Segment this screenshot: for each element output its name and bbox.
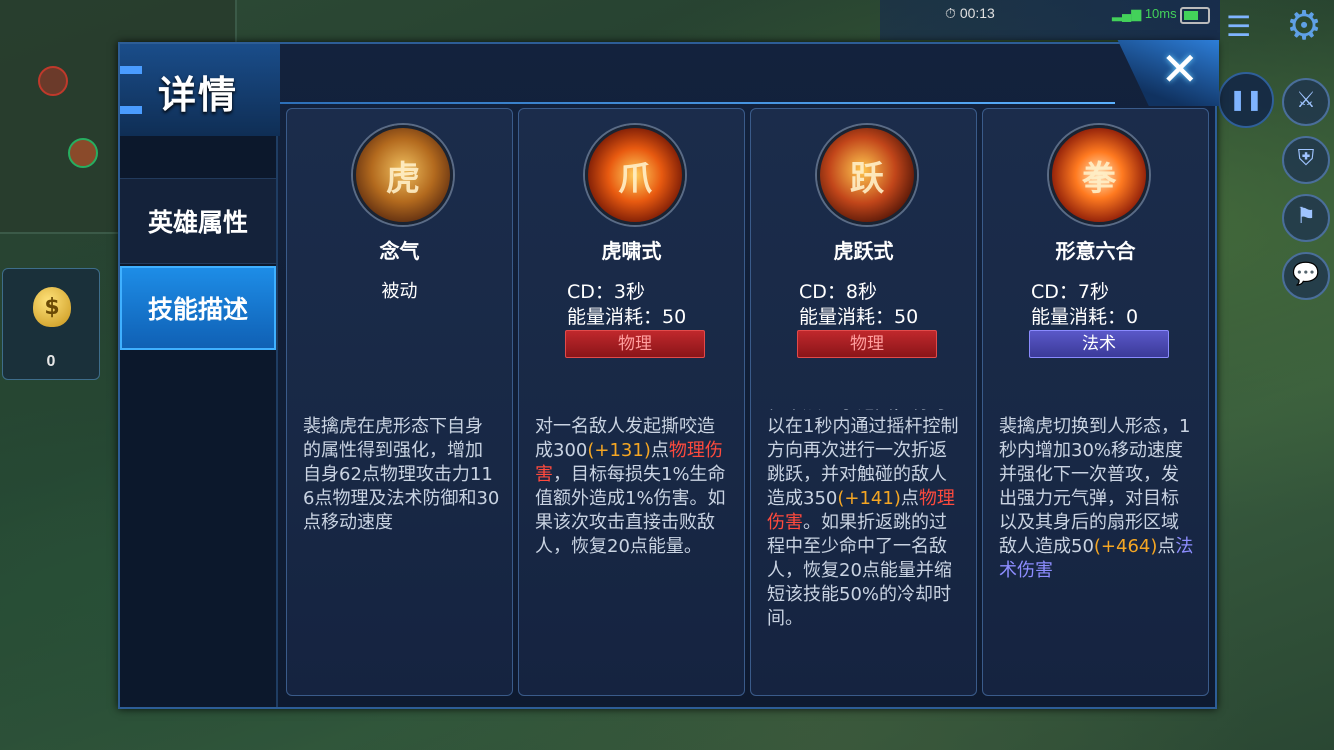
list-menu-icon[interactable]: ☰ bbox=[1226, 10, 1260, 43]
gather-flag-icon[interactable]: ⚑ bbox=[1282, 194, 1330, 242]
skill-description-box[interactable]: 程中触碰小范围，将可以在1秒内通过摇杆控制方向再次进行一次折返跳跃，并对触碰的敌… bbox=[767, 409, 964, 675]
details-dialog: 详情 ✕ 英雄属性 技能描述 虎 念气 被动 裴擒虎在虎形态下自身的属性得到强化… bbox=[118, 40, 1219, 709]
description-text: 点 bbox=[650, 440, 669, 461]
skill-cooldown: CD：7秒 bbox=[1031, 281, 1109, 303]
damage-type-badge: 法术 bbox=[1029, 330, 1169, 358]
highlighted-term: (+464) bbox=[1093, 536, 1158, 557]
description-text: 点 bbox=[1157, 536, 1176, 557]
skill-type: 被动 bbox=[381, 281, 418, 302]
skill-energy-cost: 能量消耗：0 bbox=[1031, 306, 1139, 328]
title-divider bbox=[280, 102, 1115, 104]
close-button[interactable]: ✕ bbox=[1117, 40, 1219, 106]
skill-card-1: 爪 虎啸式 CD：3秒 能量消耗：50 物理 对一名敌人发起撕咬造成300(+1… bbox=[518, 108, 745, 696]
tab-skill-description[interactable]: 技能描述 bbox=[120, 266, 276, 350]
skill-1-icon: 爪 bbox=[585, 125, 685, 225]
chat-icon[interactable]: 💬 bbox=[1282, 252, 1330, 300]
attack-signal-icon[interactable]: ⚔ bbox=[1282, 78, 1330, 126]
pause-button[interactable]: ❚❚ bbox=[1218, 72, 1274, 128]
skill-description-box[interactable]: 裴擒虎切换到人形态，1秒内增加30%移动速度并强化下一次普攻，发出强力元气弹，对… bbox=[999, 415, 1196, 675]
skill-description-box[interactable]: 对一名敌人发起撕咬造成300(+131)点物理伤害，目标每损失1%生命值额外造成… bbox=[535, 415, 732, 675]
skill-card-2: 跃 虎跃式 CD：8秒 能量消耗：50 物理 程中触碰小范围，将可以在1秒内通过… bbox=[750, 108, 977, 696]
skill-card-3: 拳 形意六合 CD：7秒 能量消耗：0 法术 裴擒虎切换到人形态，1秒内增加30… bbox=[982, 108, 1209, 696]
skill-2-icon: 跃 bbox=[817, 125, 917, 225]
gold-bag-icon: $ bbox=[33, 287, 71, 327]
ally-hero-marker bbox=[68, 138, 98, 168]
damage-type-badge: 物理 bbox=[565, 330, 705, 358]
tab-hero-attributes[interactable]: 英雄属性 bbox=[120, 178, 276, 264]
close-icon[interactable]: ✕ bbox=[1160, 42, 1199, 96]
skill-description: 程中触碰小范围，将可以在1秒内通过摇杆控制方向再次进行一次折返跳跃，并对触碰的敌… bbox=[767, 409, 964, 631]
shop-button[interactable]: $ 0 bbox=[2, 268, 100, 380]
skill-energy-cost: 能量消耗：50 bbox=[799, 306, 919, 328]
description-text: 裴擒虎在虎形态下自身的属性得到强化，增加自身62点物理攻击力116点物理及法术防… bbox=[303, 416, 500, 533]
passive-skill-icon: 虎 bbox=[353, 125, 453, 225]
battery-icon bbox=[1180, 7, 1210, 24]
skill-3-icon: 拳 bbox=[1049, 125, 1149, 225]
skill-description: 裴擒虎切换到人形态，1秒内增加30%移动速度并强化下一次普攻，发出强力元气弹，对… bbox=[999, 415, 1196, 583]
ping-value: 10ms bbox=[1144, 6, 1177, 21]
dialog-title: 详情 bbox=[158, 73, 239, 117]
skill-name: 虎啸式 bbox=[601, 239, 662, 263]
timer-value: 00:13 bbox=[959, 5, 995, 21]
skill-cooldown: CD：3秒 bbox=[567, 281, 645, 303]
skill-card-passive: 虎 念气 被动 裴擒虎在虎形态下自身的属性得到强化，增加自身62点物理攻击力11… bbox=[286, 108, 513, 696]
skill-description: 裴擒虎在虎形态下自身的属性得到强化，增加自身62点物理攻击力116点物理及法术防… bbox=[303, 415, 500, 535]
skill-cooldown: CD：8秒 bbox=[799, 281, 877, 303]
skill-description: 对一名敌人发起撕咬造成300(+131)点物理伤害，目标每损失1%生命值额外造成… bbox=[535, 415, 732, 559]
enemy-hero-marker bbox=[38, 66, 68, 96]
skill-name: 形意六合 bbox=[1055, 239, 1136, 263]
ping-indicator: ▂▄▆ 10ms bbox=[1112, 6, 1177, 21]
skill-name: 虎跃式 bbox=[833, 239, 894, 263]
description-text: 点 bbox=[900, 488, 919, 509]
highlighted-term: (+131) bbox=[587, 440, 651, 461]
skill-description-box[interactable]: 裴擒虎在虎形态下自身的属性得到强化，增加自身62点物理攻击力116点物理及法术防… bbox=[303, 415, 500, 675]
description-text: ，目标每损失1%生命值额外造成1%伤害。如果该次攻击直接击败敌人，恢复20点能量… bbox=[535, 464, 726, 557]
skill-cards: 虎 念气 被动 裴擒虎在虎形态下自身的属性得到强化，增加自身62点物理攻击力11… bbox=[286, 108, 1211, 698]
retreat-signal-icon[interactable]: ⛨ bbox=[1282, 136, 1330, 184]
damage-type-badge: 物理 bbox=[797, 330, 937, 358]
details-sidebar: 英雄属性 技能描述 bbox=[120, 136, 278, 707]
skill-name: 念气 bbox=[379, 239, 420, 263]
settings-gear-icon[interactable]: ⚙ bbox=[1282, 4, 1326, 48]
skill-energy-cost: 能量消耗：50 bbox=[567, 306, 687, 328]
highlighted-term: (+141) bbox=[837, 488, 901, 509]
gold-count: 0 bbox=[46, 353, 56, 370]
match-timer: ⏱ 00:13 bbox=[945, 5, 995, 21]
